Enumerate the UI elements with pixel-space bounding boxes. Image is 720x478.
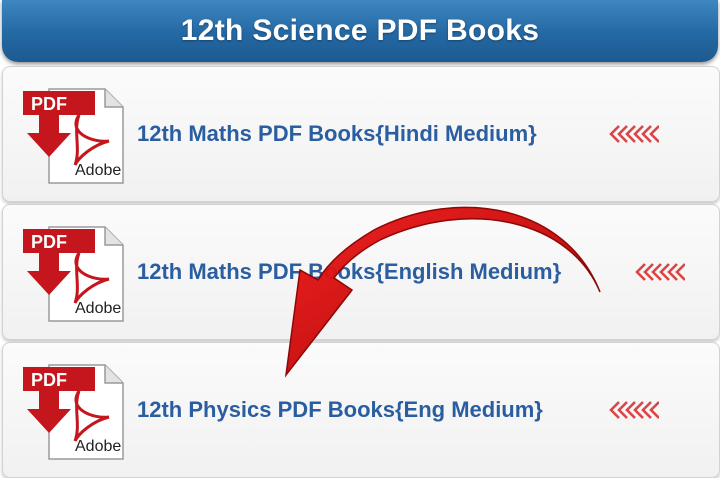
pdf-badge-text: PDF bbox=[31, 94, 67, 114]
adobe-label: Adobe bbox=[75, 438, 121, 455]
adobe-label: Adobe bbox=[75, 300, 121, 317]
page-title: 12th Science PDF Books bbox=[180, 14, 540, 47]
page-header: 12th Science PDF Books bbox=[2, 0, 718, 62]
chevron-left-arrow-icon bbox=[609, 125, 659, 143]
chevron-left-arrow-icon bbox=[609, 401, 659, 419]
item-label[interactable]: 12th Maths PDF Books{English Medium} bbox=[137, 259, 561, 285]
item-label[interactable]: 12th Physics PDF Books{Eng Medium} bbox=[137, 397, 543, 423]
list-item-physics-english[interactable]: PDF Adobe 12th Physics PDF Books{Eng Med… bbox=[2, 342, 720, 478]
list-item-maths-hindi[interactable]: PDF Adobe 12th Maths PDF Books{Hindi Med… bbox=[2, 66, 720, 202]
pdf-file-icon: PDF Adobe bbox=[23, 226, 124, 322]
pdf-badge-text: PDF bbox=[31, 232, 67, 252]
chevron-left-arrow-icon bbox=[635, 263, 685, 281]
list-item-maths-english[interactable]: PDF Adobe 12th Maths PDF Books{English M… bbox=[2, 204, 720, 340]
pdf-file-icon: PDF Adobe bbox=[23, 364, 124, 460]
item-label[interactable]: 12th Maths PDF Books{Hindi Medium} bbox=[137, 121, 537, 147]
adobe-label: Adobe bbox=[75, 162, 121, 179]
pdf-file-icon: PDF Adobe bbox=[23, 88, 124, 184]
pdf-badge-text: PDF bbox=[31, 370, 67, 390]
